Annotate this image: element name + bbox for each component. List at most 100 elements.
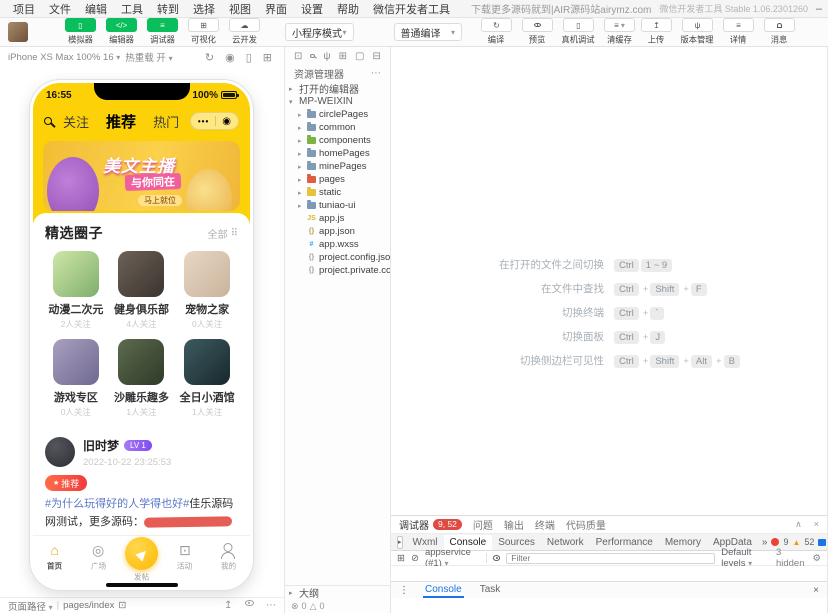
problems-row[interactable]: ⊗ 0 △ 0 — [285, 599, 390, 613]
devtools-tab[interactable]: Sources — [492, 535, 541, 550]
tree-item[interactable]: ▸ homePages — [285, 147, 390, 160]
console-output[interactable] — [391, 566, 827, 581]
nav-tab[interactable]: 关注 — [63, 112, 89, 131]
share-icon[interactable]: ↥ — [224, 600, 232, 611]
menu-item[interactable]: 选择 — [186, 1, 222, 17]
split-editor-icon[interactable]: ⊞ — [339, 51, 347, 62]
tree-item[interactable]: JS app.js — [285, 212, 390, 225]
menu-item[interactable]: 设置 — [294, 1, 330, 17]
mode-toggle-button[interactable]: ☁ 云开发 — [226, 18, 263, 46]
toolbar-right-button[interactable]: ↥ 上传 — [638, 18, 675, 46]
copy-icon[interactable]: ⊡ — [118, 600, 126, 611]
promo-banner[interactable]: 美文主播 与你同在 马上就位 — [43, 141, 240, 211]
gear-icon[interactable]: ⚙ — [812, 553, 821, 564]
more-icon[interactable]: ••• — [198, 117, 209, 126]
tabbar-item[interactable]: 我的 — [207, 541, 250, 572]
tree-item[interactable]: ▸ pages — [285, 173, 390, 186]
post-avatar[interactable] — [45, 437, 75, 467]
post-hashtag[interactable]: #为什么玩得好的人学得也好# — [45, 498, 189, 510]
debugger-tab[interactable]: 代码质量 — [566, 517, 606, 532]
tree-item[interactable]: ▸ tuniao-ui — [285, 199, 390, 212]
tree-item[interactable]: ▸ minePages — [285, 160, 390, 173]
menu-item[interactable]: 工具 — [114, 1, 150, 17]
tree-item[interactable]: ▸ circlePages — [285, 108, 390, 121]
record-icon[interactable]: ◉ — [225, 51, 235, 64]
circle-card[interactable]: 全日小酒馆 1人关注 — [174, 339, 240, 418]
menu-item[interactable]: 微信开发者工具 — [366, 1, 457, 17]
source-control-icon[interactable]: ψ — [323, 51, 330, 62]
debugger-tab[interactable]: 终端 — [535, 517, 555, 532]
mode-toggle-button[interactable]: ▯ 模拟器 — [62, 18, 99, 46]
search-icon[interactable] — [310, 54, 315, 59]
tree-item[interactable]: ▸ static — [285, 186, 390, 199]
console-filter-input[interactable] — [506, 553, 715, 564]
close-drawer-icon[interactable]: × — [813, 585, 819, 596]
toolbar-action-button[interactable]: ≡▾ 清缓存 — [601, 18, 638, 46]
outline-section[interactable]: ▸ 大纲 — [285, 586, 390, 599]
files-icon[interactable]: ⊡ — [294, 51, 302, 62]
tree-item[interactable]: # app.wxss — [285, 238, 390, 251]
tabbar-item[interactable]: ⌂ 首页 — [33, 541, 76, 572]
editor-area[interactable]: 在打开的文件之间切换 Ctrl1 ~ 9 在文件中查找 Ctrl+Shift+F… — [391, 47, 827, 515]
devtools-tab[interactable]: Memory — [659, 535, 707, 550]
drawer-tab[interactable]: Console — [423, 582, 464, 598]
tree-item[interactable]: ▸ components — [285, 134, 390, 147]
tree-item[interactable]: ▸ common — [285, 121, 390, 134]
menu-item[interactable]: 转到 — [150, 1, 186, 17]
explorer-section-header[interactable]: ▸ 打开的编辑器 — [285, 82, 390, 95]
toolbar-action-button[interactable]: ▯ 真机调试 — [560, 18, 597, 46]
toolbar-right-button[interactable]: ψ 版本管理 — [679, 18, 716, 46]
more-icon[interactable]: ⋯ — [266, 600, 276, 611]
clear-console-icon[interactable]: ⊘ — [411, 553, 419, 564]
post-author[interactable]: 旧时梦 — [83, 437, 119, 454]
tabbar-item[interactable]: ⊡ 活动 — [163, 541, 206, 572]
extensions-icon[interactable]: ⊟ — [373, 51, 381, 62]
tab-overflow-icon[interactable]: » — [758, 537, 772, 548]
minimize-icon[interactable]: – — [808, 0, 828, 17]
mode-toggle-button[interactable]: ⊞ 可视化 — [185, 18, 222, 46]
eye-icon[interactable] — [493, 555, 500, 561]
menu-item[interactable]: 编辑 — [78, 1, 114, 17]
collapse-panel-icon[interactable]: ∧ — [795, 519, 802, 530]
more-icon[interactable]: ⋯ — [371, 68, 381, 79]
circle-card[interactable]: 沙雕乐趣多 1人关注 — [109, 339, 175, 418]
post-card[interactable]: 旧时梦 LV 1 2022-10-22 23:25:53 ★ 推荐 — [33, 428, 250, 535]
page-path-select[interactable]: 页面路径 ▾ — [8, 599, 53, 613]
refresh-icon[interactable]: ↻ — [205, 51, 214, 64]
mode-toggle-button[interactable]: </> 编辑器 — [103, 18, 140, 46]
devtools-tab[interactable]: Performance — [590, 535, 659, 550]
toolbar-right-button[interactable]: ≡ 详情 — [720, 18, 757, 46]
phone-frame-icon[interactable]: ▯ — [246, 51, 252, 64]
search-icon[interactable] — [44, 117, 52, 125]
drawer-tab[interactable]: Task — [478, 582, 503, 598]
kebab-menu-icon[interactable]: ⋮ — [399, 585, 409, 596]
menu-item[interactable]: 帮助 — [330, 1, 366, 17]
menu-item[interactable]: 文件 — [42, 1, 78, 17]
tabbar-item[interactable]: ▶ 发帖 — [120, 541, 163, 583]
toolbar-action-button[interactable]: 预览 — [519, 18, 556, 46]
console-sidebar-icon[interactable]: ⊞ — [397, 553, 405, 564]
close-panel-icon[interactable]: × — [814, 519, 819, 530]
device-select[interactable]: iPhone XS Max 100% 16 ▾ — [8, 52, 120, 63]
menu-item[interactable]: 视图 — [222, 1, 258, 17]
circle-card[interactable]: 游戏专区 0人关注 — [43, 339, 109, 418]
circle-card[interactable]: 健身俱乐部 4人关注 — [109, 251, 175, 330]
explorer-section-header[interactable]: ▾ MP-WEIXIN — [285, 95, 390, 108]
circle-card[interactable]: 宠物之家 0人关注 — [174, 251, 240, 330]
circle-card[interactable]: 动漫二次元 2人关注 — [43, 251, 109, 330]
nav-tab[interactable]: 推荐 — [106, 111, 136, 132]
toolbar-action-button[interactable]: ↻ 编译 — [478, 18, 515, 46]
see-all-link[interactable]: 全部⠿ — [208, 226, 238, 241]
nav-tab[interactable]: 热门 — [153, 112, 179, 131]
hot-reload-toggle[interactable]: 热重载 开 ▾ — [125, 50, 172, 64]
tree-item[interactable]: {} project.private.config.js... — [285, 264, 390, 277]
error-dot-icon[interactable] — [771, 538, 779, 546]
tabbar-item[interactable]: ◎ 广场 — [76, 541, 119, 572]
mode-toggle-button[interactable]: ≡ 调试器 — [144, 18, 181, 46]
menu-item[interactable]: 界面 — [258, 1, 294, 17]
debugger-tab[interactable]: 调试器 9, 52 — [399, 517, 462, 532]
devtools-tab[interactable]: Network — [541, 535, 590, 550]
multi-window-icon[interactable]: ⊞ — [263, 51, 272, 64]
debugger-tab[interactable]: 输出 — [504, 517, 524, 532]
exit-target-icon[interactable]: ◉ — [222, 116, 231, 127]
